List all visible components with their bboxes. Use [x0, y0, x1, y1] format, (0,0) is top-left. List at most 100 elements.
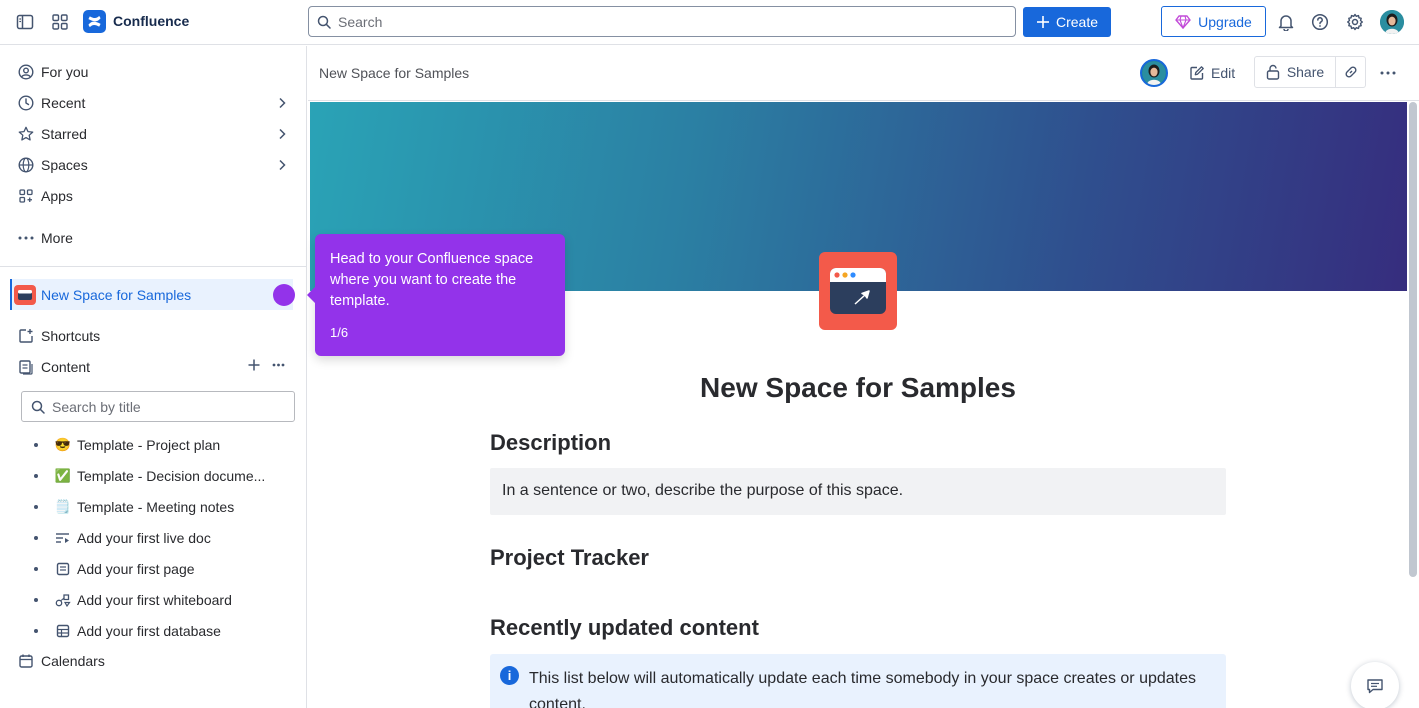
- confluence-logo-icon[interactable]: [83, 10, 106, 33]
- tree-item-database[interactable]: Add your first database: [30, 617, 300, 645]
- chevron-right-icon[interactable]: [277, 128, 287, 140]
- sidebar-item-label: Starred: [41, 126, 87, 142]
- tooltip-arrow: [307, 287, 315, 303]
- create-button[interactable]: Create: [1023, 7, 1111, 37]
- gem-icon: [1175, 14, 1191, 29]
- sidebar: For you Recent Starred Spaces Apps More …: [0, 46, 307, 708]
- chevron-right-icon[interactable]: [277, 97, 287, 109]
- copy-link-button[interactable]: [1336, 56, 1366, 88]
- bullet: [34, 505, 38, 509]
- info-text: This list below will automatically updat…: [529, 670, 1196, 708]
- bullet: [34, 536, 38, 540]
- notifications-bell-icon[interactable]: [1274, 10, 1298, 34]
- tree-item-label: Add your first live doc: [77, 530, 211, 546]
- bullet: [34, 567, 38, 571]
- sidebar-item-label: Spaces: [41, 157, 88, 173]
- pencil-icon: [1189, 65, 1205, 81]
- description-panel: In a sentence or two, describe the purpo…: [490, 468, 1226, 515]
- sidebar-item-for-you[interactable]: For you: [12, 58, 295, 86]
- tree-item-whiteboard[interactable]: Add your first whiteboard: [30, 586, 300, 614]
- app-name[interactable]: Confluence: [113, 13, 189, 29]
- content-icon: [16, 357, 36, 377]
- help-icon[interactable]: [1308, 10, 1332, 34]
- comments-button[interactable]: [1351, 662, 1399, 708]
- sidebar-item-label: For you: [41, 64, 89, 80]
- lock-icon: [1266, 64, 1280, 80]
- tree-item-first-page[interactable]: Add your first page: [30, 555, 300, 583]
- tooltip-text: Head to your Confluence space where you …: [330, 251, 534, 309]
- app-switcher-icon[interactable]: [48, 10, 72, 34]
- notepad-emoji-icon: 🗒️: [54, 499, 72, 514]
- content-more-icon[interactable]: [272, 359, 285, 371]
- space-name: New Space for Samples: [41, 286, 192, 303]
- guide-hotspot-dot[interactable]: [273, 284, 295, 306]
- upgrade-button[interactable]: Upgrade: [1161, 6, 1266, 37]
- tree-item-live-doc[interactable]: Add your first live doc: [30, 524, 300, 552]
- global-search-input[interactable]: Search: [308, 6, 1016, 37]
- content-actions: [248, 359, 285, 371]
- live-doc-icon: [54, 531, 72, 545]
- collaborator-avatar[interactable]: [1140, 59, 1168, 87]
- sidebar-toggle-icon[interactable]: [13, 10, 37, 34]
- sidebar-item-recent[interactable]: Recent: [12, 89, 295, 117]
- database-icon: [54, 624, 72, 638]
- sidebar-item-calendars[interactable]: Calendars: [12, 647, 295, 675]
- user-avatar[interactable]: [1380, 10, 1404, 34]
- calendar-icon: [16, 651, 36, 671]
- sidebar-divider: [0, 266, 307, 267]
- chevron-right-icon[interactable]: [277, 159, 287, 171]
- tree-item-label: Template - Decision docume...: [77, 468, 266, 484]
- sidebar-item-content[interactable]: Content: [12, 353, 295, 381]
- sidebar-item-label: Recent: [41, 95, 86, 111]
- search-by-title-input[interactable]: Search by title: [21, 391, 295, 422]
- sidebar-item-spaces[interactable]: Spaces: [12, 151, 295, 179]
- space-icon: [14, 284, 36, 305]
- sidebar-item-more[interactable]: More: [12, 224, 295, 252]
- tree-item-label: Template - Meeting notes: [77, 499, 235, 515]
- space-logo-icon: [819, 252, 897, 330]
- tree-item-meeting-notes[interactable]: 🗒️ Template - Meeting notes: [30, 493, 300, 521]
- sidebar-item-shortcuts[interactable]: Shortcuts: [12, 322, 295, 350]
- check-mark-emoji-icon: ✅: [54, 468, 72, 483]
- edit-button[interactable]: Edit: [1189, 58, 1235, 88]
- sidebar-item-label: Content: [41, 359, 91, 375]
- info-panel: i This list below will automatically upd…: [490, 654, 1226, 708]
- comment-icon: [1366, 678, 1384, 694]
- sidebar-item-space[interactable]: New Space for Samples: [10, 279, 293, 310]
- plus-icon: [1036, 15, 1050, 29]
- sidebar-item-starred[interactable]: Starred: [12, 120, 295, 148]
- edit-label: Edit: [1211, 65, 1236, 81]
- sidebar-item-label: Shortcuts: [41, 328, 101, 344]
- settings-gear-icon[interactable]: [1343, 10, 1367, 34]
- page-title: New Space for Samples: [700, 372, 1016, 403]
- bullet: [34, 474, 38, 478]
- search-icon: [317, 15, 331, 29]
- link-icon: [1343, 64, 1359, 80]
- search-icon: [31, 400, 45, 414]
- star-icon: [16, 124, 36, 144]
- add-content-plus-icon[interactable]: [248, 359, 260, 371]
- search-placeholder: Search by title: [52, 398, 141, 415]
- project-tracker-heading: Project Tracker: [490, 545, 649, 570]
- whiteboard-icon: [54, 593, 72, 607]
- tree-item-label: Template - Project plan: [77, 437, 221, 453]
- more-actions-icon[interactable]: [1380, 58, 1396, 88]
- sidebar-item-apps[interactable]: Apps: [12, 182, 295, 210]
- search-placeholder: Search: [338, 13, 383, 30]
- tree-item-label: Add your first whiteboard: [77, 592, 232, 608]
- page-scrollbar[interactable]: [1409, 102, 1417, 577]
- tree-item-project-plan[interactable]: 😎 Template - Project plan: [30, 431, 300, 459]
- globe-icon: [16, 155, 36, 175]
- tree-item-label: Add your first page: [77, 561, 195, 577]
- clock-icon: [16, 93, 36, 113]
- share-button[interactable]: Share: [1254, 56, 1336, 88]
- sidebar-item-label: Calendars: [41, 653, 105, 669]
- tree-item-label: Add your first database: [77, 623, 221, 639]
- guide-tooltip[interactable]: Head to your Confluence space where you …: [307, 234, 565, 356]
- breadcrumb[interactable]: New Space for Samples: [319, 65, 469, 81]
- description-heading: Description: [490, 430, 612, 455]
- tree-item-decision-document[interactable]: ✅ Template - Decision docume...: [30, 462, 300, 490]
- tooltip-step-counter: 1/6: [330, 325, 349, 340]
- info-icon: i: [500, 666, 519, 685]
- bullet: [34, 629, 38, 633]
